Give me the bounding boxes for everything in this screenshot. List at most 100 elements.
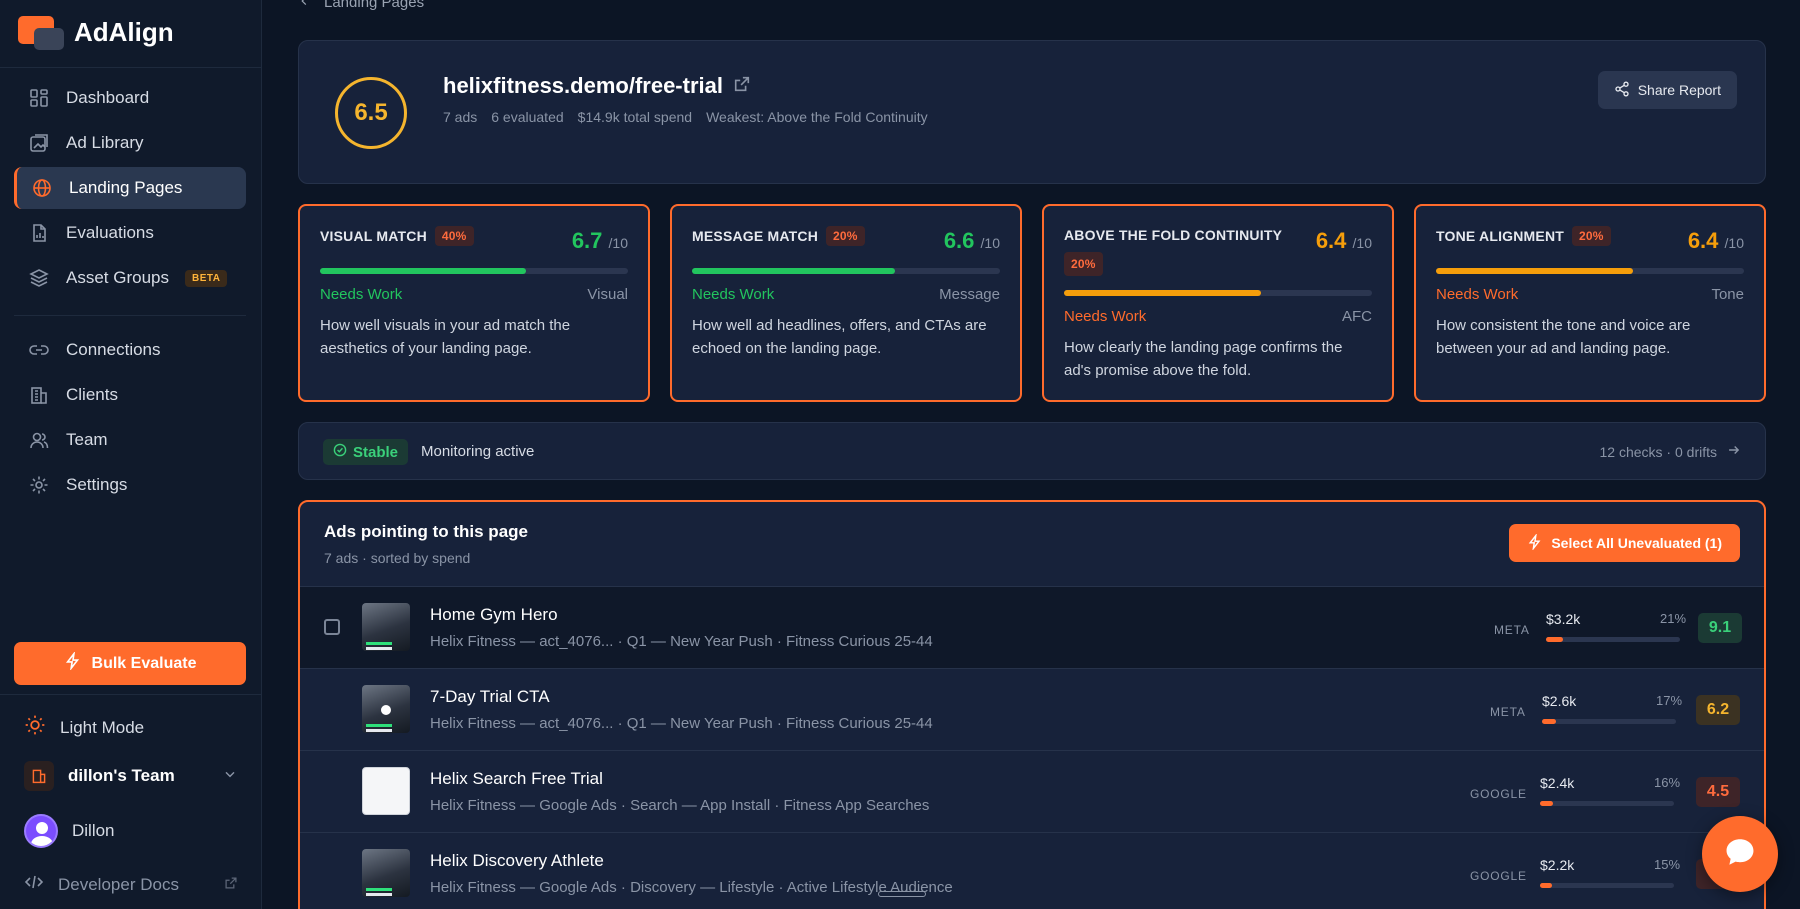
platform-label: GOOGLE bbox=[1470, 869, 1527, 883]
bulk-evaluate-button[interactable]: Bulk Evaluate bbox=[14, 642, 246, 685]
spend-bar-fill bbox=[1542, 719, 1556, 724]
sidebar-item-label: Connections bbox=[66, 340, 161, 359]
spend-share: 15% bbox=[1654, 857, 1681, 872]
sidebar-item-ad-library[interactable]: Ad Library bbox=[14, 122, 246, 164]
ad-score[interactable]: 4.5 bbox=[1696, 777, 1740, 807]
share-report-button[interactable]: Share Report bbox=[1597, 71, 1737, 109]
metric-card-message-match[interactable]: MESSAGE MATCH 20% 6.6 /10 Needs Work Mess… bbox=[670, 204, 1022, 402]
user-profile[interactable]: Dillon bbox=[24, 814, 115, 848]
ads-list-title: Ads pointing to this page bbox=[324, 522, 528, 541]
status-badge: Stable bbox=[323, 439, 409, 465]
chevron-down-icon bbox=[222, 766, 238, 787]
sidebar-item-label: Dashboard bbox=[66, 88, 150, 107]
ad-thumbnail bbox=[362, 767, 410, 815]
weight-badge: 40% bbox=[434, 226, 474, 246]
ad-thumbnail bbox=[362, 685, 410, 733]
external-link-icon[interactable] bbox=[733, 73, 751, 99]
sidebar-item-clients[interactable]: Clients bbox=[14, 374, 246, 416]
table-row[interactable]: Helix Search Free Trial Helix Fitness — … bbox=[300, 750, 1764, 832]
metric-bar bbox=[1436, 268, 1744, 274]
sidebar-item-landing-pages[interactable]: Landing Pages bbox=[14, 167, 246, 209]
sidebar-item-label: Team bbox=[66, 430, 108, 449]
checks-summary[interactable]: 12 checks · 0 drifts bbox=[1600, 443, 1742, 460]
team-switcher[interactable]: dillon's Team bbox=[24, 761, 238, 791]
row-checkbox[interactable] bbox=[324, 619, 340, 635]
metric-card-tone-alignment[interactable]: TONE ALIGNMENT 20% 6.4 /10 Needs Work Ton… bbox=[1414, 204, 1766, 402]
sidebar-item-asset-groups[interactable]: Asset Groups BETA bbox=[14, 257, 246, 299]
monitoring-status-bar[interactable]: Stable Monitoring active 12 checks · 0 d… bbox=[298, 422, 1766, 480]
platform-label: META bbox=[1494, 623, 1530, 637]
metric-description: How consistent the tone and voice are be… bbox=[1436, 317, 1691, 357]
ad-score[interactable]: 6.2 bbox=[1696, 695, 1740, 725]
metric-status: Needs Work bbox=[692, 286, 775, 303]
ad-score[interactable]: 9.1 bbox=[1698, 613, 1742, 643]
spend-value: $2.4k bbox=[1540, 775, 1575, 791]
chat-launcher-button[interactable] bbox=[1702, 816, 1778, 892]
spend-bar bbox=[1540, 883, 1674, 888]
sidebar-item-label: Evaluations bbox=[66, 223, 154, 242]
globe-icon bbox=[31, 177, 53, 199]
metric-category: Visual bbox=[587, 286, 628, 303]
lightning-icon bbox=[64, 650, 82, 675]
sidebar-item-connections[interactable]: Connections bbox=[14, 329, 246, 371]
developer-docs-link[interactable]: Developer Docs bbox=[24, 872, 238, 897]
share-icon bbox=[1614, 81, 1630, 100]
weight-badge: 20% bbox=[826, 226, 865, 246]
spend-bar-fill bbox=[1540, 801, 1553, 806]
spend-share: 17% bbox=[1656, 693, 1683, 708]
table-row[interactable]: Home Gym Hero Helix Fitness — act_4076..… bbox=[300, 586, 1764, 668]
team-name: dillon's Team bbox=[68, 766, 175, 785]
ad-meta: Helix Fitness — act_4076... · Q1 — New Y… bbox=[430, 715, 933, 732]
table-row[interactable]: Helix Discovery Athlete Helix Fitness — … bbox=[300, 832, 1764, 909]
metric-score: 6.7 /10 bbox=[571, 228, 628, 253]
lightning-icon bbox=[1527, 532, 1543, 553]
metric-bar bbox=[320, 268, 628, 274]
sidebar-item-settings[interactable]: Settings bbox=[14, 464, 246, 506]
metric-bar-fill bbox=[1436, 268, 1634, 274]
metric-category: Tone bbox=[1711, 286, 1744, 303]
spend-value: $3.2k bbox=[1546, 611, 1581, 627]
ad-thumbnail bbox=[362, 849, 410, 897]
light-mode-toggle[interactable]: Light Mode bbox=[24, 714, 144, 741]
spend-bar bbox=[1546, 637, 1680, 642]
platform-label: GOOGLE bbox=[1470, 787, 1527, 801]
metric-bar-fill bbox=[1064, 290, 1262, 296]
building-icon bbox=[28, 384, 50, 406]
app-name: AdAlign bbox=[74, 16, 174, 47]
ad-meta: Helix Fitness — act_4076... · Q1 — New Y… bbox=[430, 633, 933, 650]
metric-card-above-the-fold[interactable]: ABOVE THE FOLD CONTINUITY 20% 6.4 /10 Nee… bbox=[1042, 204, 1394, 402]
scroll-indicator bbox=[878, 891, 926, 897]
sidebar-item-label: Settings bbox=[66, 475, 128, 494]
landing-page-summary: 6.5 helixfitness.demo/free-trial 7 ads 6… bbox=[298, 40, 1766, 184]
ad-name: 7-Day Trial CTA bbox=[430, 687, 550, 706]
code-icon bbox=[24, 872, 44, 897]
summary-meta: 7 ads 6 evaluated $14.9k total spend Wea… bbox=[443, 109, 928, 125]
sun-icon bbox=[24, 714, 46, 741]
metric-category: AFC bbox=[1342, 308, 1372, 325]
spend-value: $2.6k bbox=[1542, 693, 1577, 709]
metric-card-visual-match[interactable]: VISUAL MATCH 40% 6.7 /10 Needs Work Visua… bbox=[298, 204, 650, 402]
sidebar-item-evaluations[interactable]: Evaluations bbox=[14, 212, 246, 254]
monitoring-text: Monitoring active bbox=[421, 443, 535, 460]
table-row[interactable]: 7-Day Trial CTA Helix Fitness — act_4076… bbox=[300, 668, 1764, 750]
breadcrumb[interactable]: Landing Pages bbox=[298, 0, 424, 11]
metric-description: How well ad headlines, offers, and CTAs … bbox=[692, 317, 987, 357]
check-circle-icon bbox=[333, 443, 347, 461]
ads-list: Ads pointing to this page 7 ads · sorted… bbox=[298, 500, 1766, 909]
sidebar-item-label: Landing Pages bbox=[69, 178, 183, 197]
sidebar-item-team[interactable]: Team bbox=[14, 419, 246, 461]
logo-icon bbox=[18, 14, 64, 50]
spend-value: $2.2k bbox=[1540, 857, 1575, 873]
spend-bar-fill bbox=[1540, 883, 1553, 888]
page-title: helixfitness.demo/free-trial bbox=[443, 73, 751, 99]
app-logo[interactable]: AdAlign bbox=[18, 14, 174, 50]
ad-meta: Helix Fitness — Google Ads · Search — Ap… bbox=[430, 797, 930, 814]
select-all-unevaluated-button[interactable]: Select All Unevaluated (1) bbox=[1509, 524, 1740, 562]
sidebar-item-dashboard[interactable]: Dashboard bbox=[14, 77, 246, 119]
spend-share: 16% bbox=[1654, 775, 1681, 790]
metric-bar-fill bbox=[320, 268, 527, 274]
metric-bar bbox=[1064, 290, 1372, 296]
link-icon bbox=[28, 339, 50, 361]
ad-name: Helix Search Free Trial bbox=[430, 769, 603, 788]
metric-bar-fill bbox=[692, 268, 896, 274]
